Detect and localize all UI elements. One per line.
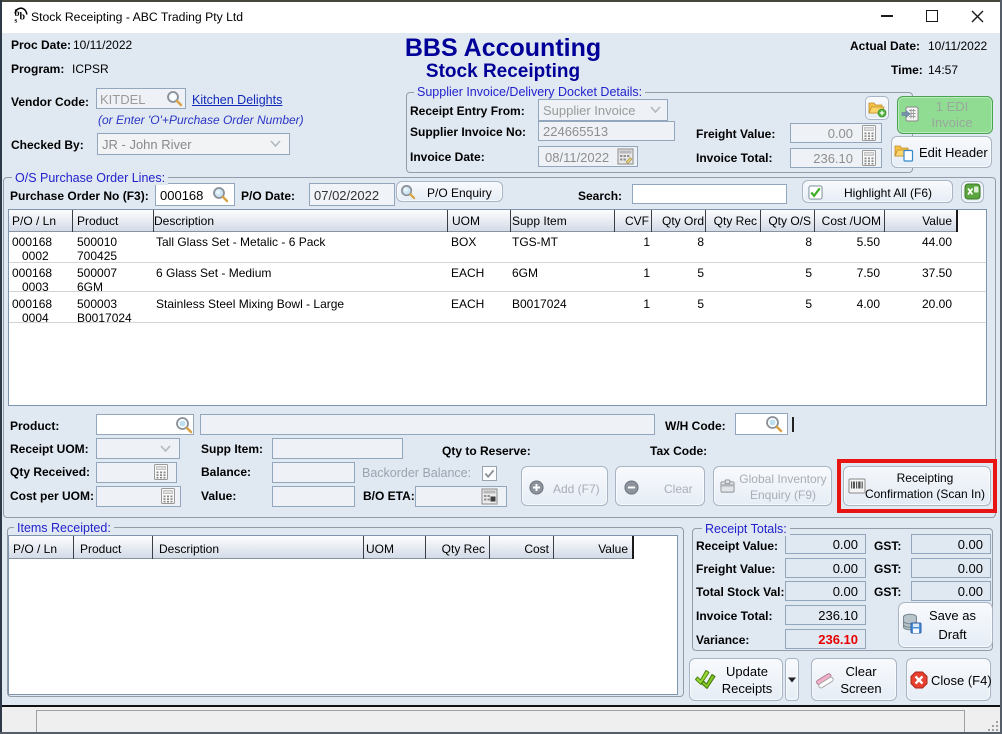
svg-text:b: b <box>20 12 26 23</box>
svg-text:s: s <box>15 17 18 24</box>
